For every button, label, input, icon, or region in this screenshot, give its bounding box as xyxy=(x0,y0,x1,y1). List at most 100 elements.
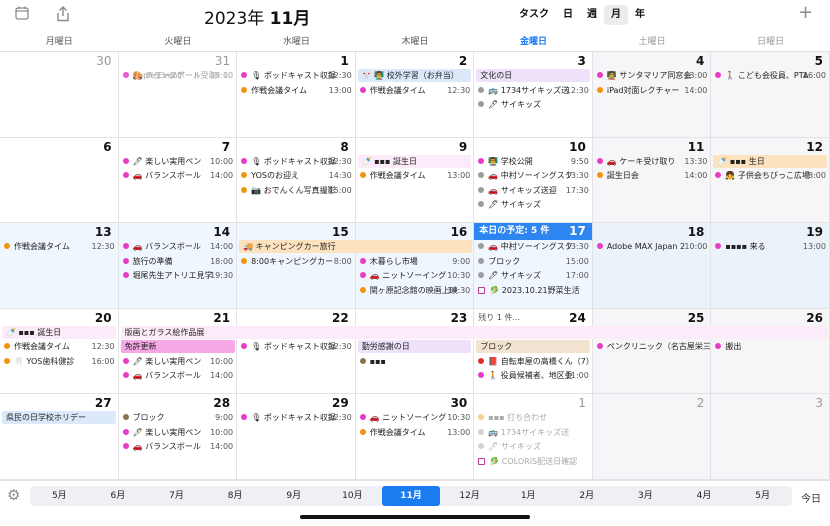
task-checkbox-icon[interactable] xyxy=(478,457,486,465)
calendar-event[interactable]: 誕生日会 14:00 xyxy=(593,169,711,183)
day-cell[interactable]: 15 8:00キャンピングカー 8:00 xyxy=(237,223,356,309)
calendar-event[interactable]: 作戦会議タイム 13:00 xyxy=(237,84,355,98)
day-cell[interactable]: 26 搬出 xyxy=(711,308,830,395)
day-cell[interactable]: 本日の予定: 5 件 17 🚗 中村ソーイングスク 13:30 ブロック 15:00 🖊 サ… xyxy=(474,223,593,309)
month-tab-7[interactable]: 12月 xyxy=(440,486,499,506)
calendar-event[interactable]: ブロック 9:00 xyxy=(119,411,237,425)
day-cell[interactable]: 9 🍼 ▪▪▪ 誕生日 作戦会議タイム 13:00 xyxy=(355,137,475,224)
calendar-event[interactable]: 🚗 サイキッズ送迎 17:30 xyxy=(474,184,592,198)
day-cell[interactable]: 22 🎙 ポッドキャスト収録 12:30 xyxy=(237,308,356,395)
calendar-event[interactable]: 作戦会議タイム 12:30 xyxy=(0,240,118,254)
calendar-event[interactable]: 🚌 1734サイキッズ送 12:30 xyxy=(474,84,592,98)
calendar-event[interactable]: 🧑‍🏫 サンタマリア同窓会 13:00 xyxy=(593,69,711,83)
calendar-event[interactable]: ペンクリニック（名古屋栄三 xyxy=(593,340,710,354)
calendar-event[interactable]: 搬出 xyxy=(711,340,829,354)
calendar-event[interactable]: 🖊 楽しい実用ペン 10:00 xyxy=(119,426,237,440)
today-button[interactable]: 今日 xyxy=(801,490,821,505)
day-cell[interactable]: 7 🖊 楽しい実用ペン 10:00 🚗 バランスボール 14:00 xyxy=(118,137,238,224)
day-cell[interactable]: 13 作戦会議タイム 12:30 xyxy=(0,223,119,309)
calendar-event[interactable]: iPad対面レクチャー 14:00 xyxy=(593,84,711,98)
day-cell[interactable]: 24 残り 1 件... ブロック 📕 自転車屋の高橋くん（7） 🚶 役員候補者、地区委… xyxy=(474,308,593,395)
month-tab-0[interactable]: 5月 xyxy=(30,486,89,506)
calendar-event[interactable]: ▪▪▪ 打ち合わせ xyxy=(474,411,592,425)
day-cell[interactable]: 30 xyxy=(0,52,119,138)
calendar-event[interactable]: ▪▪▪ xyxy=(356,355,474,369)
calendar-event[interactable]: 🖊 楽しい実用ペン 10:00 xyxy=(119,355,237,369)
calendar-event[interactable]: 🥬 COLORIS配送日確認 xyxy=(474,455,592,469)
calendar-event[interactable]: 📷 おでんくん写真撮影 15:00 xyxy=(237,184,355,198)
calendar-event[interactable]: 🚗 バランスボール 14:00 xyxy=(119,440,237,454)
view-tab-4[interactable]: 年 xyxy=(628,5,652,25)
calendar-event[interactable]: 作戦会議タイム 12:30 xyxy=(356,84,474,98)
multi-day-event[interactable]: 版画とガラス絵作品展 xyxy=(120,325,828,339)
calendar-event[interactable]: 🚗 中村ソーイングスク 13:30 xyxy=(474,240,592,254)
calendar-event[interactable]: ▪▪▪▪ 来る 13:00 xyxy=(711,240,829,254)
calendar-event[interactable]: 🖊 サイキッズ xyxy=(474,98,592,112)
calendar-event[interactable]: 旅行の準備 18:00 xyxy=(119,255,237,269)
month-tab-5[interactable]: 10月 xyxy=(323,486,382,506)
day-cell[interactable]: 6 xyxy=(0,137,119,224)
day-cell[interactable]: 2 xyxy=(592,394,712,480)
calendar-event[interactable]: 8:00キャンピングカー 8:00 xyxy=(237,255,355,269)
multi-day-event[interactable]: 免許更新 xyxy=(120,340,236,354)
all-day-event[interactable]: 文化の日 xyxy=(476,69,590,82)
calendar-event[interactable]: 📕 自転車屋の高橋くん（7） xyxy=(474,355,592,369)
day-cell[interactable]: 10 👨‍🏫 学校公開 9:50 🚗 中村ソーイングスク 13:30 🚗 サイキッズ送迎 1… xyxy=(474,137,593,224)
view-tab-0[interactable]: タスク xyxy=(512,5,556,25)
month-tab-10[interactable]: 3月 xyxy=(616,486,675,506)
calendar-event[interactable]: 🖊 楽しい実用ペン 10:00 xyxy=(119,155,237,169)
day-cell[interactable]: 16 木暮らし市場 9:00 🚗 ニットソーイング 10:30 関ヶ原記念館の映画上映 14… xyxy=(355,223,475,309)
calendar-event[interactable]: 🚗 バランスボール 14:00 xyxy=(119,169,237,183)
share-icon[interactable] xyxy=(55,6,71,22)
day-cell[interactable]: 11 🚗 ケーキ受け取り 13:30 誕生日会 14:00 xyxy=(592,137,712,224)
calendar-event[interactable]: 🖊 サイキッズ 17:00 xyxy=(474,269,592,283)
day-cell[interactable]: 30 🚗 ニットソーイング 10:30 作戦会議タイム 13:00 xyxy=(355,394,475,480)
month-tab-3[interactable]: 8月 xyxy=(206,486,265,506)
calendar-event[interactable]: 🚗 バランスボール 14:00 xyxy=(119,240,237,254)
multi-day-event[interactable]: 🚚 キャンピングカー旅行 xyxy=(239,240,473,254)
month-tab-11[interactable]: 4月 xyxy=(675,486,734,506)
all-day-event[interactable]: 🍼 ▪▪▪ 誕生日 xyxy=(357,154,472,168)
calendar-event[interactable]: 👧 子供会ちびっこ広場 8:00 xyxy=(711,169,829,183)
calendar-icon[interactable] xyxy=(14,6,30,22)
all-day-event[interactable]: 🎌 👨‍🏫 校外学習（お弁当） xyxy=(357,69,472,82)
day-cell[interactable]: 14 🚗 バランスボール 14:00 旅行の準備 18:00 堀尾先生アトリエ見学 19:3… xyxy=(118,223,238,309)
calendar-event[interactable]: 🥬 2023.10.21野菜生活 xyxy=(474,284,592,298)
day-cell[interactable]: 12 🍼 ▪▪▪ 生日 👧 子供会ちびっこ広場 8:00 xyxy=(711,137,830,224)
day-cell[interactable]: 23 勤労感謝の日 ▪▪▪ xyxy=(355,308,475,395)
calendar-event[interactable]: 🖊 サイキッズ xyxy=(474,440,592,454)
all-day-event[interactable]: 勤労感謝の日 xyxy=(357,340,472,354)
calendar-event[interactable]: 作戦会議タイム 13:00 xyxy=(356,169,474,183)
home-indicator[interactable] xyxy=(300,515,530,519)
calendar-event[interactable]: 🚶 役員候補者、地区委 11:00 xyxy=(474,369,592,383)
month-tab-6[interactable]: 11月 xyxy=(381,486,441,506)
day-cell[interactable]: 1 ▪▪▪ 打ち合わせ 🚌 1734サイキッズ送 🖊 サイキッズ 🥬 COLORIS配送… xyxy=(474,394,593,480)
calendar-event[interactable]: 作戦会議タイム 13:00 xyxy=(356,426,474,440)
calendar-event[interactable]: 木暮らし市場 9:00 xyxy=(356,255,474,269)
day-cell[interactable]: 1 🎙 ポッドキャスト収録 12:30 作戦会議タイム 13:00 xyxy=(237,52,356,138)
all-day-event[interactable]: ブロック xyxy=(476,340,590,354)
more-events-link[interactable]: 残り 1 件... xyxy=(474,311,592,325)
day-cell[interactable]: 29 🎙 ポッドキャスト収録 12:30 xyxy=(237,394,356,480)
day-cell[interactable]: 20 🍼 ▪▪▪ 誕生日 作戦会議タイム 12:30 🦷 YOS歯科健診 16:00 xyxy=(0,308,119,395)
calendar-event[interactable]: 🎙 ポッドキャスト収録 12:30 xyxy=(237,411,355,425)
month-tab-12[interactable]: 5月 xyxy=(733,486,792,506)
month-tab-9[interactable]: 2月 xyxy=(557,486,616,506)
day-cell[interactable]: 28 ブロック 9:00 🖊 楽しい実用ペン 10:00 🚗 バランスボール 14:00 xyxy=(118,394,238,480)
add-event-icon[interactable]: + xyxy=(798,4,813,22)
all-day-event[interactable]: 🍼 ▪▪▪ 誕生日 xyxy=(2,325,116,339)
day-cell[interactable]: 31 Apple Event 9:00 🚗 バランスボール 14:00 🎨 チョークアート… xyxy=(118,52,238,138)
calendar-event[interactable]: 作戦会議タイム 12:30 xyxy=(0,340,118,354)
gear-icon[interactable]: ⚙ xyxy=(7,486,20,504)
view-tab-2[interactable]: 週 xyxy=(580,5,604,25)
calendar-event[interactable]: 🖊 サイキッズ xyxy=(474,198,592,212)
calendar-event[interactable]: Adobe MAX Japan 2 10:00 xyxy=(593,240,711,254)
calendar-event[interactable]: 🎨 チョークアート受取 15:10 xyxy=(119,69,237,83)
day-cell[interactable]: 25 ペンクリニック（名古屋栄三 xyxy=(592,308,712,395)
day-cell[interactable]: 2 🎌 👨‍🏫 校外学習（お弁当） 作戦会議タイム 12:30 xyxy=(355,52,475,138)
view-tab-1[interactable]: 日 xyxy=(556,5,580,25)
month-tab-8[interactable]: 1月 xyxy=(499,486,558,506)
all-day-event[interactable]: 県民の日学校ホリデー xyxy=(2,411,116,425)
task-checkbox-icon[interactable] xyxy=(478,286,486,294)
day-cell[interactable]: 4 🧑‍🏫 サンタマリア同窓会 13:00 iPad対面レクチャー 14:00 xyxy=(592,52,712,138)
